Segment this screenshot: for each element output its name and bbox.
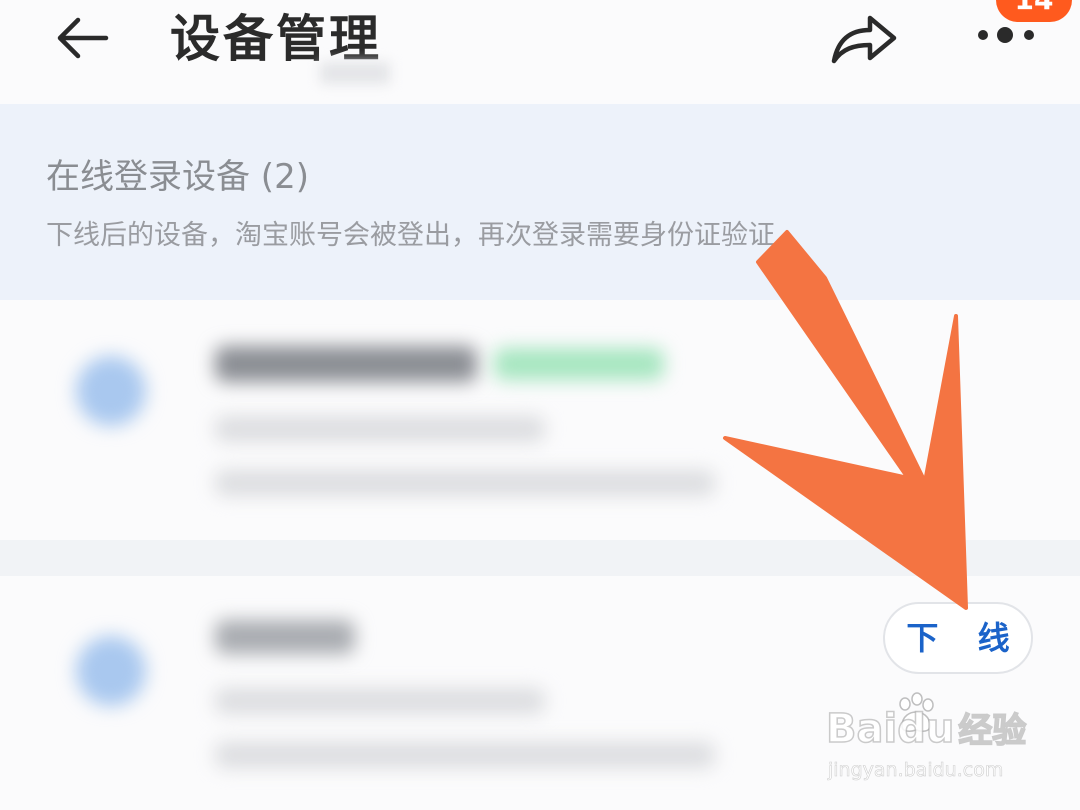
more-dots-icon <box>978 27 1034 43</box>
device-item[interactable] <box>0 300 1080 540</box>
device-avatar <box>76 356 146 426</box>
offline-button[interactable]: 下 线 <box>883 602 1033 674</box>
notification-badge: 14 <box>996 0 1072 22</box>
blurred-device-info <box>215 416 545 442</box>
blurred-device-info <box>215 688 545 714</box>
blurred-device-time <box>215 742 715 768</box>
watermark-brand: Baidu 经验 <box>825 705 1027 753</box>
blurred-device-name <box>215 620 355 654</box>
share-icon <box>831 15 897 64</box>
app-header: 设备管理 14 <box>0 0 1080 104</box>
card-separator <box>0 540 1080 576</box>
more-button[interactable] <box>974 20 1040 50</box>
watermark-url: jingyan.baidu.com <box>828 759 1004 782</box>
device-avatar <box>76 636 146 706</box>
arrow-left-icon <box>57 17 109 59</box>
blurred-device-tag <box>494 348 664 380</box>
offline-notice-description: 下线后的设备，淘宝账号会被登出，再次登录需要身份证验证 <box>46 220 775 251</box>
online-devices-title: 在线登录设备 (2) <box>46 157 309 197</box>
blurred-device-name <box>215 346 477 382</box>
blurred-device-time <box>215 470 715 496</box>
online-devices-notice: 在线登录设备 (2) 下线后的设备，淘宝账号会被登出，再次登录需要身份证验证 <box>0 104 1080 300</box>
back-button[interactable] <box>50 10 114 66</box>
share-button[interactable] <box>828 6 902 70</box>
blurred-content <box>320 62 390 84</box>
baidu-jingyan-watermark: Baidu 经验 jingyan.baidu.com <box>825 692 1036 792</box>
